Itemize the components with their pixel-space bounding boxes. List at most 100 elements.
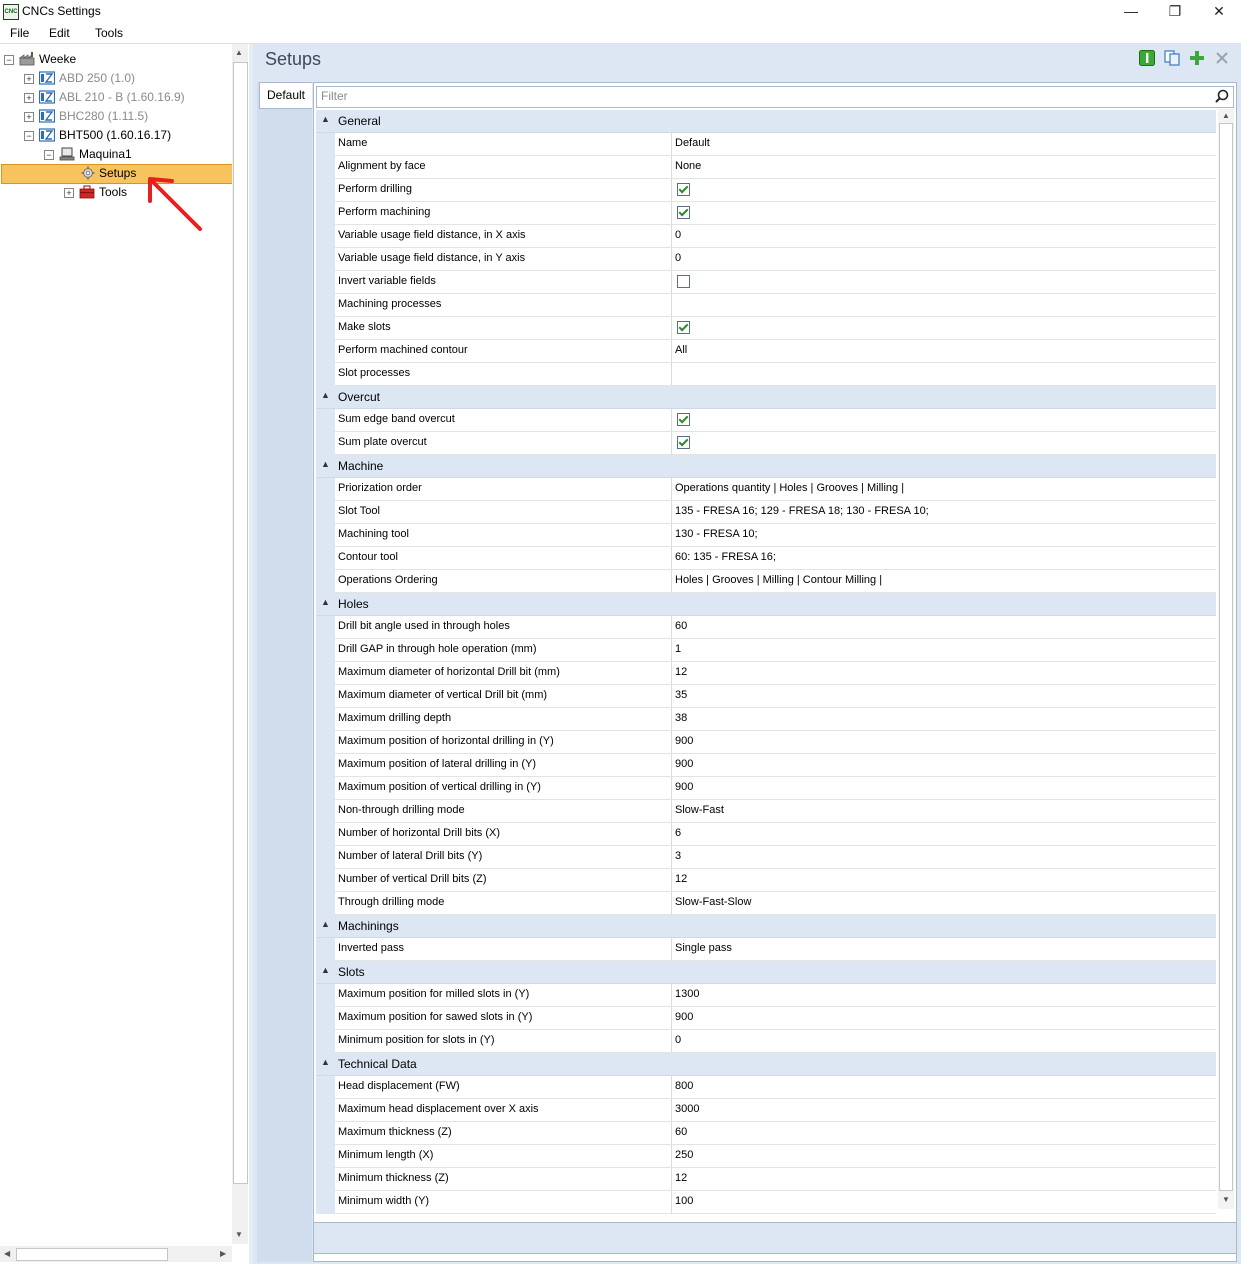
property-value[interactable]: 0 xyxy=(675,252,681,264)
filter-input[interactable] xyxy=(317,87,1201,105)
property-checkbox[interactable] xyxy=(677,275,690,288)
expand-icon[interactable]: + xyxy=(24,93,34,103)
tree-item-bhc280[interactable]: + BHC280 (1.11.5) xyxy=(0,107,230,126)
collapse-icon[interactable]: ▲ xyxy=(321,965,330,975)
property-row[interactable]: Slot Tool 135 - FRESA 16; 129 - FRESA 18;… xyxy=(316,501,1216,524)
category-overcut[interactable]: ▲ Overcut xyxy=(316,386,1216,409)
collapse-icon[interactable]: ▲ xyxy=(321,459,330,469)
collapse-icon[interactable]: − xyxy=(4,55,14,65)
property-row[interactable]: Perform drilling xyxy=(316,179,1216,202)
property-row[interactable]: Minimum thickness (Z) 12 xyxy=(316,1168,1216,1191)
property-row[interactable]: Maximum diameter of horizontal Drill bit… xyxy=(316,662,1216,685)
property-value[interactable]: 900 xyxy=(675,758,693,770)
property-row[interactable]: Perform machined contour All xyxy=(316,340,1216,363)
property-value[interactable]: Holes | Grooves | Milling | Contour Mill… xyxy=(675,574,882,586)
property-value[interactable]: Slow-Fast-Slow xyxy=(675,896,751,908)
property-value[interactable]: 900 xyxy=(675,735,693,747)
property-value[interactable]: 130 - FRESA 10; xyxy=(675,528,758,540)
scroll-thumb[interactable] xyxy=(1219,123,1233,1191)
property-checkbox[interactable] xyxy=(677,183,690,196)
property-row[interactable]: Drill bit angle used in through holes 60 xyxy=(316,616,1216,639)
close-icon[interactable] xyxy=(1214,50,1230,66)
property-row[interactable]: Maximum head displacement over X axis 300… xyxy=(316,1099,1216,1122)
property-row[interactable]: Maximum position of lateral drilling in … xyxy=(316,754,1216,777)
property-value[interactable]: Slow-Fast xyxy=(675,804,724,816)
property-value[interactable]: 135 - FRESA 16; 129 - FRESA 18; 130 - FR… xyxy=(675,505,929,517)
category-technical-data[interactable]: ▲ Technical Data xyxy=(316,1053,1216,1076)
property-row[interactable]: Operations Ordering Holes | Grooves | Mil… xyxy=(316,570,1216,593)
scroll-thumb[interactable] xyxy=(233,62,248,1184)
copy-icon[interactable] xyxy=(1164,50,1180,66)
maximize-button[interactable]: ❐ xyxy=(1152,0,1198,23)
property-row[interactable]: Non-through drilling mode Slow-Fast xyxy=(316,800,1216,823)
property-row[interactable]: Maximum diameter of vertical Drill bit (… xyxy=(316,685,1216,708)
scroll-down-icon[interactable]: ▼ xyxy=(1222,1195,1230,1204)
tree-root-weeke[interactable]: − Weeke xyxy=(0,50,230,69)
property-row[interactable]: Maximum position of horizontal drilling … xyxy=(316,731,1216,754)
property-row[interactable]: Number of lateral Drill bits (Y) 3 xyxy=(316,846,1216,869)
property-row[interactable]: Maximum position of vertical drilling in… xyxy=(316,777,1216,800)
expand-icon[interactable]: + xyxy=(64,188,74,198)
property-value[interactable]: 12 xyxy=(675,1172,687,1184)
scroll-left-icon[interactable]: ◀ xyxy=(4,1249,10,1258)
search-icon[interactable] xyxy=(1215,89,1229,103)
property-value[interactable]: 0 xyxy=(675,229,681,241)
property-value[interactable]: None xyxy=(675,160,701,172)
minimize-button[interactable]: — xyxy=(1108,0,1154,23)
expand-icon[interactable]: + xyxy=(24,112,34,122)
property-row[interactable]: Make slots xyxy=(316,317,1216,340)
property-row[interactable]: Number of horizontal Drill bits (X) 6 xyxy=(316,823,1216,846)
collapse-icon[interactable]: ▲ xyxy=(321,597,330,607)
collapse-icon[interactable]: − xyxy=(24,131,34,141)
property-value[interactable]: 100 xyxy=(675,1195,693,1207)
collapse-icon[interactable]: ▲ xyxy=(321,919,330,929)
tree-vertical-scrollbar[interactable]: ▲ ▼ xyxy=(232,44,248,1244)
category-holes[interactable]: ▲ Holes xyxy=(316,593,1216,616)
scroll-down-icon[interactable]: ▼ xyxy=(235,1230,243,1239)
property-value[interactable]: 1 xyxy=(675,643,681,655)
property-value[interactable]: 3 xyxy=(675,850,681,862)
property-row[interactable]: Head displacement (FW) 800 xyxy=(316,1076,1216,1099)
property-row[interactable]: Priorization order Operations quantity | … xyxy=(316,478,1216,501)
property-row[interactable]: Name Default xyxy=(316,133,1216,156)
property-value[interactable]: 250 xyxy=(675,1149,693,1161)
tab-default[interactable]: Default xyxy=(259,82,312,109)
property-row[interactable]: Slot processes xyxy=(316,363,1216,386)
property-value[interactable]: Single pass xyxy=(675,942,732,954)
property-row[interactable]: Sum edge band overcut xyxy=(316,409,1216,432)
collapse-icon[interactable]: ▲ xyxy=(321,114,330,124)
property-value[interactable]: 0 xyxy=(675,1034,681,1046)
property-value[interactable]: Default xyxy=(675,137,710,149)
property-row[interactable]: Invert variable fields xyxy=(316,271,1216,294)
scroll-right-icon[interactable]: ▶ xyxy=(220,1249,226,1258)
tree-item-abl210[interactable]: + ABL 210 - B (1.60.16.9) xyxy=(0,88,230,107)
category-slots[interactable]: ▲ Slots xyxy=(316,961,1216,984)
property-value[interactable]: 12 xyxy=(675,873,687,885)
tree-item-maquina1[interactable]: − Maquina1 xyxy=(0,145,230,164)
property-value[interactable]: 60 xyxy=(675,1126,687,1138)
property-row[interactable]: Variable usage field distance, in X axis… xyxy=(316,225,1216,248)
property-row[interactable]: Minimum width (Y) 100 xyxy=(316,1191,1216,1214)
property-row[interactable]: Drill GAP in through hole operation (mm)… xyxy=(316,639,1216,662)
property-value[interactable]: 60: 135 - FRESA 16; xyxy=(675,551,776,563)
tree-horizontal-scrollbar[interactable]: ◀ ▶ xyxy=(0,1246,232,1262)
property-row[interactable]: Alignment by face None xyxy=(316,156,1216,179)
category-machine[interactable]: ▲ Machine xyxy=(316,455,1216,478)
scroll-up-icon[interactable]: ▲ xyxy=(235,48,243,57)
property-value[interactable]: 35 xyxy=(675,689,687,701)
property-value[interactable]: All xyxy=(675,344,687,356)
collapse-icon[interactable]: ▲ xyxy=(321,390,330,400)
property-checkbox[interactable] xyxy=(677,206,690,219)
property-row[interactable]: Maximum position for sawed slots in (Y) 9… xyxy=(316,1007,1216,1030)
property-row[interactable]: Machining tool 130 - FRESA 10; xyxy=(316,524,1216,547)
property-value[interactable]: 38 xyxy=(675,712,687,724)
scroll-thumb[interactable] xyxy=(16,1248,168,1261)
property-value[interactable]: Operations quantity | Holes | Grooves | … xyxy=(675,482,904,494)
property-row[interactable]: Maximum drilling depth 38 xyxy=(316,708,1216,731)
collapse-icon[interactable]: − xyxy=(44,150,54,160)
category-machinings[interactable]: ▲ Machinings xyxy=(316,915,1216,938)
close-window-button[interactable]: ✕ xyxy=(1196,0,1241,23)
property-value[interactable]: 6 xyxy=(675,827,681,839)
add-icon[interactable] xyxy=(1189,50,1205,66)
tree-item-bht500[interactable]: − BHT500 (1.60.16.17) xyxy=(0,126,230,145)
